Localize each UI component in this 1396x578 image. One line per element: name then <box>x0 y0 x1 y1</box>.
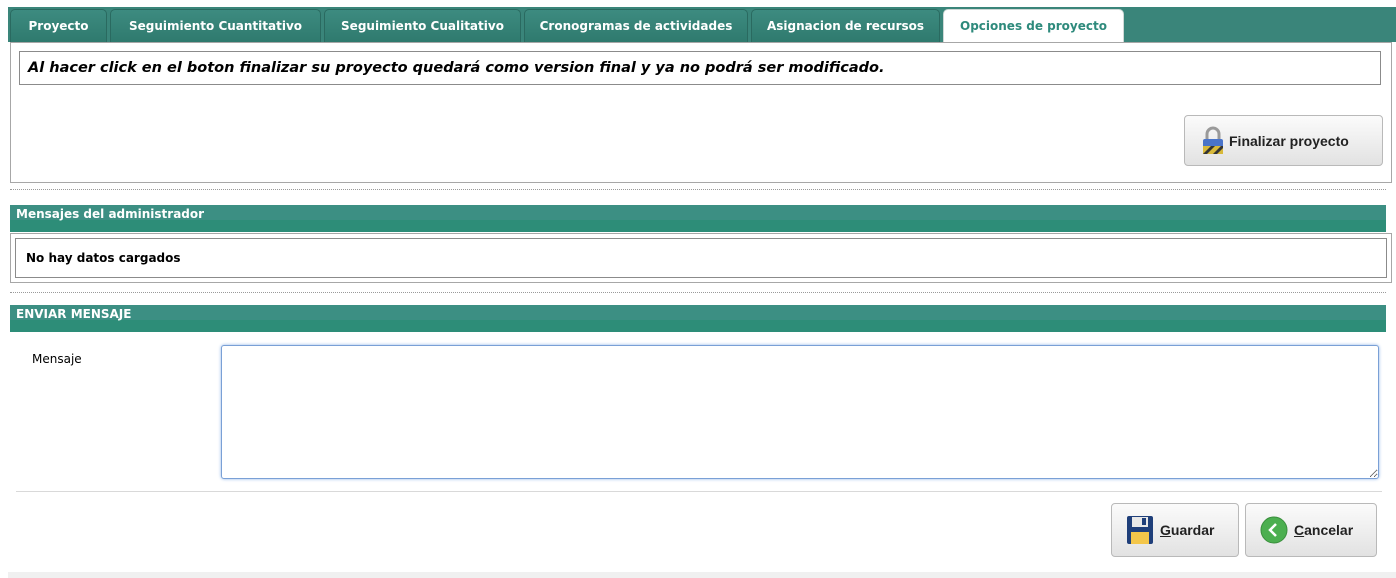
tab-opciones-de-proyecto[interactable]: Opciones de proyecto <box>943 9 1124 42</box>
message-field-label: Mensaje <box>32 352 82 366</box>
tab-asignacion-de-recursos[interactable]: Asignacion de recursos <box>751 9 940 42</box>
tab-cronogramas-de-actividades[interactable]: Cronogramas de actividades <box>524 9 748 42</box>
divider <box>10 292 1386 293</box>
back-arrow-icon <box>1260 516 1288 544</box>
tab-seguimiento-cualitativo[interactable]: Seguimiento Cualitativo <box>324 9 521 42</box>
admin-messages-title: Mensajes del administrador <box>16 207 205 221</box>
tab-bar: Proyecto Seguimiento Cuantitativo Seguim… <box>8 7 1396 42</box>
admin-messages-header: Mensajes del administrador <box>10 205 1386 232</box>
finalize-panel: Al hacer click en el boton finalizar su … <box>10 42 1392 183</box>
divider <box>10 189 1386 190</box>
finalize-notice: Al hacer click en el boton finalizar su … <box>19 51 1381 85</box>
send-message-title: ENVIAR MENSAJE <box>16 307 132 321</box>
save-label: Guardar <box>1160 522 1215 538</box>
footer-strip <box>8 572 1396 578</box>
finalize-project-button[interactable]: Finalizar proyecto <box>1184 115 1383 166</box>
floppy-disk-icon <box>1126 515 1154 545</box>
no-data-message: No hay datos cargados <box>15 238 1387 278</box>
finalize-project-label: Finalizar proyecto <box>1229 132 1349 149</box>
divider <box>16 491 1382 492</box>
tab-proyecto[interactable]: Proyecto <box>10 9 107 42</box>
cancel-label: Cancelar <box>1294 522 1354 538</box>
message-textarea[interactable] <box>221 345 1379 479</box>
tab-seguimiento-cuantitativo[interactable]: Seguimiento Cuantitativo <box>110 9 321 42</box>
cancel-button[interactable]: Cancelar <box>1245 503 1377 557</box>
send-message-header: ENVIAR MENSAJE <box>10 305 1386 332</box>
lock-icon <box>1201 126 1225 156</box>
save-button[interactable]: Guardar <box>1111 503 1239 557</box>
admin-messages-panel: No hay datos cargados <box>10 233 1392 283</box>
